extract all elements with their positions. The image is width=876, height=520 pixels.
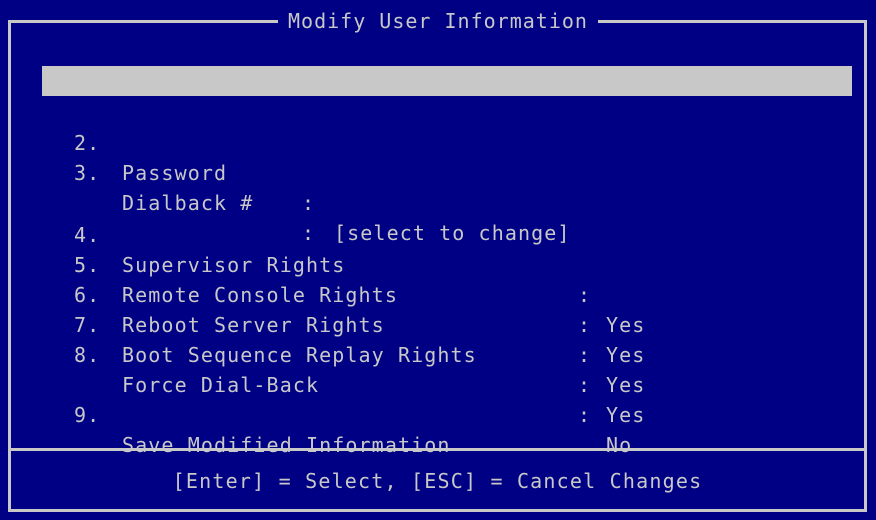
menu-item-label: Password <box>122 161 228 185</box>
menu-item-label: Boot Sequence Replay Rights <box>122 343 477 367</box>
menu-item-separator: : <box>578 403 592 427</box>
menu-item-number: 8. <box>74 343 101 367</box>
menu-item-number: 3. <box>74 161 101 185</box>
menu-item-supervisor-rights[interactable]: 4. Supervisor Rights : Yes <box>42 190 852 337</box>
dialog-title: Modify User Information <box>278 9 598 33</box>
menu-item-number: 9. <box>74 403 101 427</box>
menu-item-username[interactable]: 1. Username : User 1 <box>42 66 852 213</box>
menu-item-save-modified-information[interactable]: 9. Save Modified Information <box>42 370 852 457</box>
menu-item-password[interactable]: 2. Password : [select to change] <box>42 98 852 245</box>
menu-item-value: Yes <box>606 403 646 427</box>
menu-item-separator: : <box>578 343 592 367</box>
key-hint-footer: [Enter] = Select, [ESC] = Cancel Changes <box>172 469 703 493</box>
menu-item-reboot-server-rights[interactable]: 6. Reboot Server Rights : Yes <box>42 250 852 397</box>
menu-item-dialback-number[interactable]: 3. Dialback # : <box>42 128 852 245</box>
menu-item-value: Yes <box>606 343 646 367</box>
menu-item-boot-sequence-replay-rights[interactable]: 7. Boot Sequence Replay Rights : Yes <box>42 280 852 427</box>
menu-item-force-dial-back[interactable]: 8. Force Dial-Back : No <box>42 310 852 457</box>
menu-item-remote-console-rights[interactable]: 5. Remote Console Rights : Yes <box>42 220 852 367</box>
bios-screen: Modify User Information 1. Username : Us… <box>0 0 876 520</box>
menu-item-separator: : <box>302 159 316 183</box>
